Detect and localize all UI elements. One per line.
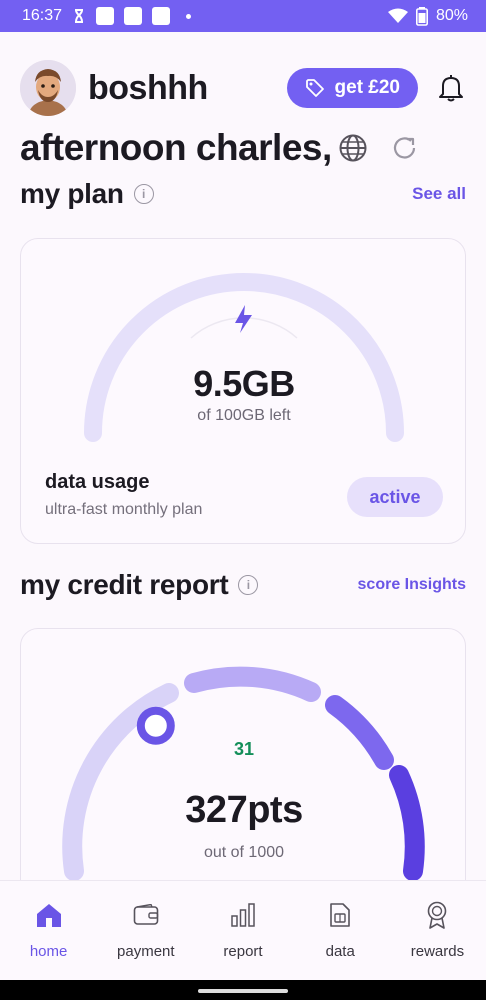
- info-icon[interactable]: i: [238, 575, 259, 595]
- notification-icon: [152, 7, 171, 25]
- credit-score-gauge: [62, 666, 425, 881]
- award-icon: [428, 901, 447, 929]
- nav-report[interactable]: report: [194, 881, 291, 980]
- nav-label: report: [223, 943, 263, 960]
- data-saver-icon: [75, 9, 84, 23]
- plan-name: data usage: [45, 471, 150, 493]
- score-insights-link[interactable]: score Insights: [358, 576, 466, 594]
- see-all-link[interactable]: See all: [412, 184, 466, 204]
- info-icon[interactable]: i: [133, 184, 154, 204]
- refresh-icon[interactable]: [390, 133, 420, 163]
- more-notifications-icon: [186, 13, 192, 19]
- nav-label: payment: [117, 943, 175, 960]
- bell-icon: [439, 75, 463, 102]
- plan-card[interactable]: 9.5GB of 100GB left data usage ultra-fas…: [20, 238, 466, 544]
- greeting-row: afternoon charles,: [20, 124, 466, 172]
- lightning-icon: [235, 305, 252, 333]
- status-bar: 16:37 80%: [0, 0, 486, 32]
- nav-rewards[interactable]: rewards: [389, 881, 486, 980]
- data-remaining-value: 9.5GB: [193, 363, 295, 404]
- nav-home[interactable]: home: [0, 881, 97, 980]
- battery-icon: [415, 6, 428, 26]
- nav-data[interactable]: data: [292, 881, 389, 980]
- nav-payment[interactable]: payment: [97, 881, 194, 980]
- globe-icon[interactable]: [338, 133, 368, 163]
- credit-score-caption: out of 1000: [203, 844, 285, 861]
- nav-label: home: [29, 943, 68, 960]
- notifications-button[interactable]: [436, 73, 466, 103]
- home-icon: [36, 904, 61, 927]
- sim-card-icon: [330, 903, 351, 927]
- status-badge: active: [347, 477, 443, 517]
- notification-icon: [96, 7, 115, 25]
- notification-icon: [124, 7, 143, 25]
- data-remaining-caption: of 100GB left: [197, 407, 291, 424]
- credit-section-header: my credit report i score Insights: [20, 565, 466, 605]
- score-change: 31: [233, 739, 255, 759]
- tag-icon: [305, 79, 324, 97]
- bar-chart-icon: [231, 903, 255, 927]
- greeting: afternoon charles,: [20, 127, 332, 168]
- wallet-icon: [133, 904, 159, 925]
- credit-card[interactable]: 31 327pts out of 1000: [20, 628, 466, 918]
- referral-label: get £20: [334, 77, 400, 98]
- avatar-icon: [20, 60, 76, 116]
- data-usage-gauge: [84, 273, 404, 442]
- home-gesture-handle[interactable]: [198, 989, 288, 993]
- gauge-segment-2: [184, 666, 321, 702]
- bottom-nav: home payment report data rewards: [0, 880, 486, 980]
- plan-description: ultra-fast monthly plan: [45, 501, 203, 518]
- battery-level: 80%: [435, 7, 468, 24]
- app-header: boshhh get £20: [20, 60, 466, 116]
- wifi-icon: [387, 8, 408, 23]
- credit-score-value: 327pts: [185, 789, 303, 831]
- referral-button[interactable]: get £20: [286, 68, 418, 108]
- nav-label: rewards: [410, 943, 465, 960]
- nav-label: data: [325, 943, 355, 960]
- brand-name: boshhh: [88, 68, 208, 107]
- plan-section-header: my plan i See all: [20, 174, 466, 214]
- status-time: 16:37: [22, 7, 63, 24]
- credit-section-title: my credit report: [20, 569, 229, 600]
- plan-section-title: my plan: [20, 178, 124, 209]
- score-marker: [136, 706, 175, 745]
- avatar[interactable]: [20, 60, 76, 116]
